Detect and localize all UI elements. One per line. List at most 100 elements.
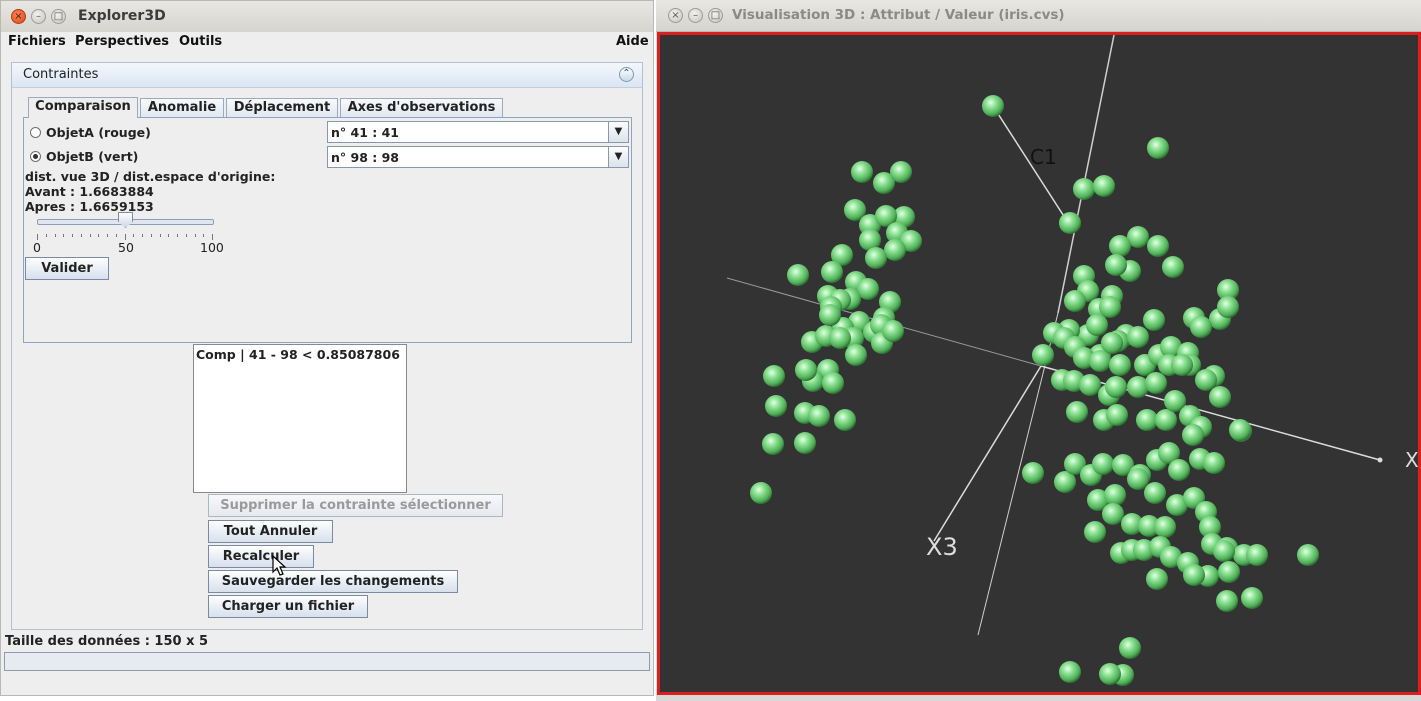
maximize-icon[interactable]: □ — [708, 8, 723, 23]
data-point-sphere[interactable] — [1203, 452, 1225, 474]
sauvegarder-button[interactable]: Sauvegarder les changements — [208, 570, 458, 593]
data-point-sphere[interactable] — [1099, 296, 1121, 318]
data-point-sphere[interactable] — [1145, 372, 1167, 394]
data-point-sphere[interactable] — [1084, 521, 1106, 543]
tout-annuler-button[interactable]: Tout Annuler — [208, 520, 333, 543]
charger-button[interactable]: Charger un fichier — [208, 595, 368, 618]
data-point-sphere[interactable] — [829, 327, 851, 349]
close-icon[interactable]: × — [668, 8, 683, 23]
data-point-sphere[interactable] — [1241, 587, 1263, 609]
data-point-sphere[interactable] — [1105, 254, 1127, 276]
data-point-sphere[interactable] — [1127, 326, 1149, 348]
data-point-sphere[interactable] — [1171, 354, 1193, 376]
3d-viewport[interactable]: C1 X1 X3 — [657, 32, 1421, 695]
list-item[interactable]: Comp | 41 - 98 < 0.85087806 — [196, 347, 400, 362]
objet-a-select[interactable]: n° 41 : 41 ▼ — [327, 121, 629, 143]
valider-button[interactable]: Valider — [25, 257, 109, 280]
data-point-sphere[interactable] — [1213, 540, 1235, 562]
menu-aide[interactable]: Aide — [616, 34, 649, 49]
data-point-sphere[interactable] — [1183, 564, 1205, 586]
data-point-sphere[interactable] — [1089, 350, 1111, 372]
chevron-down-icon[interactable]: ▼ — [608, 147, 628, 167]
data-point-sphere[interactable] — [808, 405, 830, 427]
data-point-sphere[interactable] — [1109, 354, 1131, 376]
data-point-sphere[interactable] — [794, 432, 816, 454]
data-point-sphere[interactable] — [1059, 661, 1081, 683]
data-point-sphere[interactable] — [1217, 296, 1239, 318]
menu-fichiers[interactable]: Fichiers — [8, 34, 66, 49]
chevron-down-icon[interactable]: ▼ — [608, 122, 628, 142]
title-bar[interactable]: × – □ Visualisation 3D : Attribut / Vale… — [656, 0, 1421, 32]
data-point-sphere[interactable] — [765, 395, 787, 417]
data-point-sphere[interactable] — [1144, 482, 1166, 504]
data-point-sphere[interactable] — [1136, 409, 1158, 431]
data-point-sphere[interactable] — [1109, 235, 1131, 257]
data-point-sphere[interactable] — [1162, 256, 1184, 278]
data-point-sphere[interactable] — [1218, 561, 1240, 583]
data-point-sphere[interactable] — [1147, 235, 1169, 257]
data-point-sphere[interactable] — [1146, 568, 1168, 590]
title-bar[interactable]: × – □ Explorer3D — [1, 1, 653, 33]
data-point-sphere[interactable] — [1032, 344, 1054, 366]
data-point-sphere[interactable] — [1190, 316, 1212, 338]
data-point-sphere[interactable] — [795, 359, 817, 381]
minimize-icon[interactable]: – — [688, 8, 703, 23]
data-point-sphere[interactable] — [1216, 590, 1238, 612]
data-point-sphere[interactable] — [1168, 459, 1190, 481]
data-point-sphere[interactable] — [750, 482, 772, 504]
tab-deplacement[interactable]: Déplacement — [226, 98, 338, 117]
tab-anomalie[interactable]: Anomalie — [140, 98, 224, 117]
data-point-sphere[interactable] — [1022, 462, 1044, 484]
data-point-sphere[interactable] — [845, 344, 867, 366]
data-point-sphere[interactable] — [1093, 175, 1115, 197]
data-point-sphere[interactable] — [1102, 503, 1124, 525]
data-point-sphere[interactable] — [1101, 332, 1123, 354]
data-point-sphere[interactable] — [1147, 137, 1169, 159]
data-point-sphere[interactable] — [834, 409, 856, 431]
data-point-sphere[interactable] — [851, 161, 873, 183]
data-point-sphere[interactable] — [1119, 637, 1141, 659]
data-point-sphere[interactable] — [763, 365, 785, 387]
data-point-sphere[interactable] — [1106, 404, 1128, 426]
data-point-sphere[interactable] — [1092, 453, 1114, 475]
data-point-sphere[interactable] — [1066, 401, 1088, 423]
menu-outils[interactable]: Outils — [179, 34, 222, 49]
data-point-sphere[interactable] — [1297, 544, 1319, 566]
data-point-sphere[interactable] — [982, 95, 1004, 117]
data-point-sphere[interactable] — [787, 264, 809, 286]
data-point-sphere[interactable] — [1143, 309, 1165, 331]
data-point-sphere[interactable] — [822, 372, 844, 394]
data-point-sphere[interactable] — [1079, 374, 1101, 396]
data-point-sphere[interactable] — [762, 433, 784, 455]
data-point-sphere[interactable] — [884, 239, 906, 261]
data-point-sphere[interactable] — [1195, 369, 1217, 391]
data-point-sphere[interactable] — [1059, 212, 1081, 234]
recalculer-button[interactable]: Recalculer — [208, 545, 314, 568]
data-point-sphere[interactable] — [1105, 376, 1127, 398]
data-point-sphere[interactable] — [1073, 178, 1095, 200]
tab-axes-observations[interactable]: Axes d'observations — [340, 98, 503, 117]
data-point-sphere[interactable] — [1064, 290, 1086, 312]
data-point-sphere[interactable] — [1246, 544, 1268, 566]
supprimer-button[interactable]: Supprimer la contrainte sélectionner — [208, 494, 503, 517]
data-point-sphere[interactable] — [1155, 409, 1177, 431]
minimize-icon[interactable]: – — [31, 9, 46, 24]
data-point-sphere[interactable] — [1209, 386, 1231, 408]
close-icon[interactable]: × — [11, 9, 26, 24]
data-point-sphere[interactable] — [865, 247, 887, 269]
collapse-icon[interactable]: ⌃ — [619, 67, 634, 82]
panel-header[interactable]: Contraintes ⌃ — [12, 63, 642, 88]
data-point-sphere[interactable] — [821, 261, 843, 283]
objet-a-radio[interactable] — [30, 127, 41, 138]
objet-b-select[interactable]: n° 98 : 98 ▼ — [327, 146, 629, 168]
data-point-sphere[interactable] — [1104, 484, 1126, 506]
menu-perspectives[interactable]: Perspectives — [75, 34, 169, 49]
data-point-sphere[interactable] — [873, 172, 895, 194]
constraints-list[interactable]: Comp | 41 - 98 < 0.85087806 — [193, 344, 407, 493]
data-point-sphere[interactable] — [1086, 314, 1108, 336]
scatter-3d[interactable]: C1 X1 X3 — [660, 35, 1418, 692]
data-point-sphere[interactable] — [1182, 424, 1204, 446]
tab-comparaison[interactable]: Comparaison — [28, 97, 138, 118]
data-point-sphere[interactable] — [819, 304, 841, 326]
maximize-icon[interactable]: □ — [51, 9, 66, 24]
